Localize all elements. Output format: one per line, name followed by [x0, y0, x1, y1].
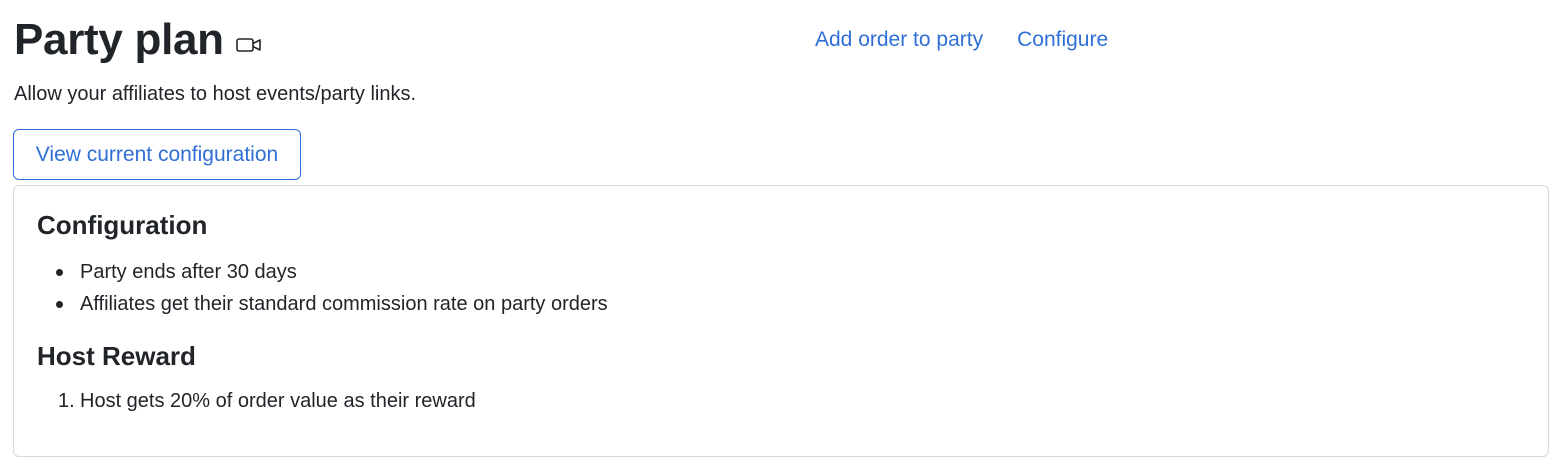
list-item-text: Host gets 20% of order value as their re… — [80, 390, 476, 412]
host-reward-list: 1. Host gets 20% of order value as their… — [58, 385, 476, 417]
video-camera-icon[interactable] — [235, 36, 262, 54]
add-order-to-party-link[interactable]: Add order to party — [815, 26, 983, 54]
configuration-heading: Configuration — [37, 210, 208, 240]
page-subtitle: Allow your affiliates to host events/par… — [14, 83, 417, 105]
configure-link[interactable]: Configure — [1017, 26, 1108, 54]
title-row: Party plan — [14, 14, 262, 66]
page-title: Party plan — [14, 15, 224, 64]
party-plan-page: Party plan Add order to party Configure … — [0, 0, 1561, 463]
list-item: Party ends after 30 days — [56, 256, 608, 288]
configuration-panel: Configuration Party ends after 30 days A… — [13, 185, 1549, 457]
configuration-list: Party ends after 30 days Affiliates get … — [56, 256, 608, 320]
list-number: 1. — [58, 390, 75, 412]
header-links: Add order to party Configure — [815, 26, 1108, 54]
host-reward-heading: Host Reward — [37, 341, 196, 371]
list-item: 1. Host gets 20% of order value as their… — [58, 385, 476, 417]
view-current-configuration-button[interactable]: View current configuration — [13, 129, 301, 180]
list-item: Affiliates get their standard commission… — [56, 288, 608, 320]
